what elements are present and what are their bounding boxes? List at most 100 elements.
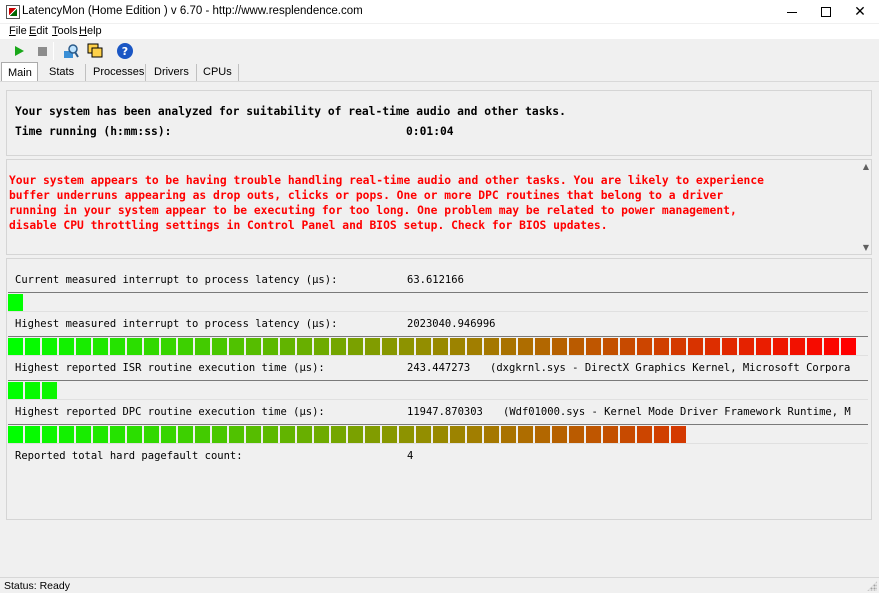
metric-label: Highest reported DPC routine execution t…	[15, 406, 325, 418]
latency-bar	[8, 336, 868, 356]
bar-segment	[348, 426, 363, 443]
bar-segment	[484, 338, 499, 355]
bar-segment	[195, 426, 210, 443]
time-running-value: 0:01:04	[406, 125, 454, 138]
warning-line: buffer underruns appearing as drop outs,…	[9, 189, 724, 202]
maximize-button[interactable]	[809, 0, 843, 24]
bar-segment	[212, 338, 227, 355]
bar-segment	[654, 426, 669, 443]
tab-divider	[238, 64, 239, 81]
bar-segment	[178, 338, 193, 355]
bar-segment	[76, 338, 91, 355]
metric-label: Highest measured interrupt to process la…	[15, 318, 338, 330]
bar-segment	[433, 338, 448, 355]
bar-segment	[59, 426, 74, 443]
menu-tools[interactable]: Tools	[52, 25, 78, 37]
bar-segment	[535, 426, 550, 443]
bar-segment	[161, 338, 176, 355]
menu-file[interactable]: File	[9, 25, 27, 37]
tab-divider	[85, 64, 86, 81]
bar-segment	[93, 426, 108, 443]
bar-segment	[756, 338, 771, 355]
bar-segment	[399, 426, 414, 443]
bar-segment	[824, 338, 839, 355]
warning-line: disable CPU throttling settings in Contr…	[9, 219, 608, 232]
bar-segment	[331, 338, 346, 355]
tab-cpus[interactable]: CPUs	[197, 62, 237, 82]
play-icon[interactable]	[10, 42, 28, 60]
bar-segment	[42, 426, 57, 443]
bar-segment	[382, 338, 397, 355]
bar-segment	[263, 338, 278, 355]
bar-segment	[467, 338, 482, 355]
metric-value: 11947.870303	[407, 406, 483, 418]
bar-segment	[314, 338, 329, 355]
metric-label: Current measured interrupt to process la…	[15, 274, 338, 286]
resize-grip-icon[interactable]	[867, 581, 877, 591]
bar-segment	[76, 426, 91, 443]
bar-segment	[348, 338, 363, 355]
bar-segment	[8, 338, 23, 355]
bar-fill	[8, 294, 25, 311]
svg-text:?: ?	[122, 45, 128, 58]
bar-segment	[263, 426, 278, 443]
stop-icon[interactable]	[33, 42, 51, 60]
bar-fill	[8, 426, 688, 443]
time-running-label: Time running (h:mm:ss):	[15, 125, 172, 138]
bar-segment	[8, 294, 23, 311]
bar-segment	[552, 426, 567, 443]
toolbar-separator	[53, 42, 54, 60]
help-icon[interactable]: ?	[116, 42, 134, 60]
bar-segment	[8, 382, 23, 399]
scroll-down-icon[interactable]: ▼	[863, 243, 869, 252]
bar-segment	[25, 382, 40, 399]
menu-edit[interactable]: Edit	[29, 25, 48, 37]
bar-segment	[25, 338, 40, 355]
tab-stats[interactable]: Stats	[43, 62, 85, 82]
bar-segment	[501, 338, 516, 355]
minimize-icon	[787, 11, 797, 13]
tab-strip: Main Stats Processes Drivers CPUs	[0, 62, 879, 82]
tab-divider	[145, 64, 146, 81]
tab-drivers[interactable]: Drivers	[148, 62, 196, 82]
warning-line: Your system appears to be having trouble…	[9, 174, 764, 187]
close-button[interactable]: ✕	[843, 0, 877, 24]
bar-segment	[399, 338, 414, 355]
bar-segment	[450, 426, 465, 443]
bar-segment	[59, 338, 74, 355]
bar-segment	[552, 338, 567, 355]
metric-value: 63.612166	[407, 274, 464, 286]
bar-segment	[110, 338, 125, 355]
bar-segment	[331, 426, 346, 443]
maximize-icon	[821, 7, 831, 17]
bar-segment	[144, 426, 159, 443]
tab-processes[interactable]: Processes	[87, 62, 144, 82]
bar-segment	[671, 426, 686, 443]
metric-value: 243.447273	[407, 362, 471, 374]
bar-segment	[433, 426, 448, 443]
bar-segment	[484, 426, 499, 443]
bar-segment	[535, 338, 550, 355]
bar-segment	[93, 338, 108, 355]
bar-segment	[501, 426, 516, 443]
bar-segment	[229, 426, 244, 443]
dpc-bar	[8, 424, 868, 444]
bar-segment	[365, 338, 380, 355]
bar-segment	[280, 426, 295, 443]
windows-icon[interactable]	[86, 42, 104, 60]
bar-segment	[25, 426, 40, 443]
bar-segment	[178, 426, 193, 443]
bar-segment	[688, 338, 703, 355]
tab-main[interactable]: Main	[1, 62, 38, 82]
search-icon[interactable]	[62, 42, 80, 60]
warning-panel: Your system appears to be having trouble…	[6, 159, 872, 255]
toolbar: ?	[0, 39, 879, 63]
close-icon: ✕	[854, 4, 866, 20]
minimize-button[interactable]	[775, 0, 809, 24]
scroll-up-icon[interactable]: ▲	[863, 162, 869, 171]
menu-help[interactable]: Help	[79, 25, 102, 37]
bar-segment	[110, 426, 125, 443]
window-title: LatencyMon (Home Edition ) v 6.70 - http…	[22, 5, 363, 17]
status-text: Status: Ready	[4, 580, 70, 592]
bar-segment	[603, 426, 618, 443]
